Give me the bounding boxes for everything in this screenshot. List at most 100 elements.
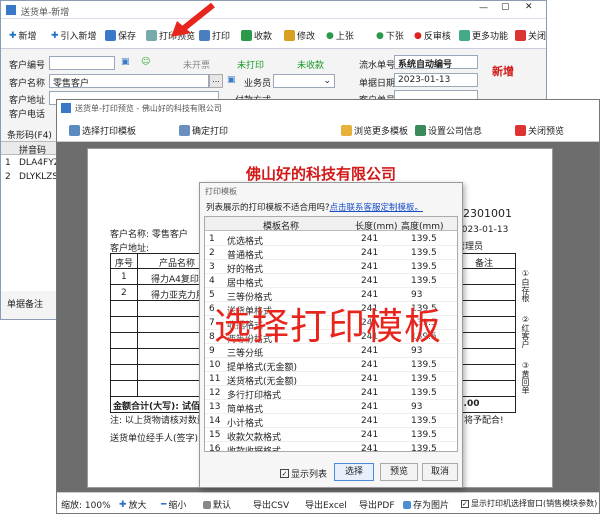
col-template-name[interactable]: 模板名称 xyxy=(263,219,299,232)
printer-icon xyxy=(179,125,190,136)
minimize-icon[interactable]: — xyxy=(479,3,488,13)
save-button[interactable]: 保存 xyxy=(105,29,136,42)
ellipsis-button[interactable]: ... xyxy=(209,74,223,88)
main-toolbar: ✚ 新增 ✚ 引入新增 保存 打印预览 打印 收款 修改 ● 上张 ● 下张 ● 反审核 … xyxy=(1,19,546,49)
template-cell: 16 xyxy=(209,444,221,452)
template-cell: 241 xyxy=(361,444,379,452)
template-row[interactable]: 1 优选格式 241 139.5 xyxy=(205,232,457,247)
date-label: 单据日期 xyxy=(359,79,396,89)
template-cell: 139.5 xyxy=(411,416,437,426)
edit-button[interactable]: 修改 xyxy=(284,29,315,42)
salesman-select[interactable]: ⌄ xyxy=(273,74,335,88)
company-name: 佛山好的科技有限公司 xyxy=(245,165,396,183)
col-length[interactable]: 长度(mm) xyxy=(355,219,398,232)
customer-code-input[interactable] xyxy=(49,56,115,70)
search-icon[interactable]: ▣ xyxy=(227,75,236,85)
template-cell: 139.5 xyxy=(411,234,437,244)
copy-label: ①白存根 xyxy=(521,269,530,302)
template-cell: 2 xyxy=(209,248,215,258)
template-cell: 139.5 xyxy=(411,248,437,258)
col-header-name: 产品名称 xyxy=(159,259,196,269)
custom-template-link[interactable]: 点击联系客服定制模板。 xyxy=(330,203,424,213)
preview-button[interactable]: 预览 xyxy=(380,463,418,481)
template-row[interactable]: 15 收款欠款格式 241 139.5 xyxy=(205,428,457,443)
dialog-hint: 列表展示的打印模板不适合用吗?点击联系客服定制模板。 xyxy=(206,201,423,213)
maximize-icon[interactable]: ▢ xyxy=(501,2,510,12)
import-new-button[interactable]: ✚ 引入新增 xyxy=(51,29,97,43)
template-row[interactable]: 14 小计格式 241 139.5 xyxy=(205,414,457,429)
hint-text: 列表展示的打印模板不适合用吗? xyxy=(206,203,330,213)
remark-label: 单据备注 xyxy=(7,300,44,310)
show-list-checkbox[interactable]: ✓ 显示列表 xyxy=(280,467,327,480)
confirm-print-button[interactable]: 确定打印 xyxy=(179,124,228,137)
col-height[interactable]: 高度(mm) xyxy=(401,219,444,232)
save-image-button[interactable]: 存为图片 xyxy=(403,498,449,511)
barcode-label: 条形码(F4) xyxy=(7,131,52,141)
search-icon[interactable]: ▣ xyxy=(121,57,130,67)
customer-name-input[interactable]: 零售客户 xyxy=(49,74,209,88)
browse-templates-button[interactable]: 浏览更多模板 xyxy=(341,124,408,137)
preview-bottom-bar: 缩放: 100% ✚ 放大 ━ 缩小 默认 导出CSV 导出Excel 导出PDF … xyxy=(57,492,599,513)
copy-label: ②红客户 xyxy=(521,315,530,348)
template-cell: 139.5 xyxy=(411,262,437,272)
template-row[interactable]: 11 送货格式(无金额) 241 139.5 xyxy=(205,372,457,387)
receipt-button[interactable]: 收款 xyxy=(241,29,272,42)
template-cell: 14 xyxy=(209,416,221,426)
template-cell: 241 xyxy=(361,360,379,370)
template-row[interactable]: 13 简单格式 241 93 xyxy=(205,400,457,415)
serial-input: 系统自动编号 xyxy=(394,55,478,69)
zoom-out-button[interactable]: ━ 缩小 xyxy=(161,498,186,512)
save-icon xyxy=(105,30,116,41)
template-row[interactable]: 3 好的格式 241 139.5 xyxy=(205,260,457,275)
next-button[interactable]: ● 下张 xyxy=(376,29,404,43)
export-pdf-button[interactable]: 导出PDF xyxy=(359,498,395,511)
company-settings-button[interactable]: 设置公司信息 xyxy=(415,124,482,137)
item-grid: 拼音码 1 DLA4FYZH 2 DLYKLZSJ xyxy=(1,141,67,291)
date-input[interactable]: 2023-01-13 xyxy=(394,73,478,87)
new-button[interactable]: ✚ 新增 xyxy=(9,29,37,43)
export-csv-button[interactable]: 导出CSV xyxy=(253,498,289,511)
select-button[interactable]: 选择 xyxy=(334,463,374,481)
template-cell: 3 xyxy=(209,262,215,272)
dialog-title: 打印模板 xyxy=(205,187,237,196)
unaudit-button[interactable]: ● 反审核 xyxy=(414,29,451,43)
chevron-down-icon: ⌄ xyxy=(323,76,331,86)
more-functions-button[interactable]: 更多功能 xyxy=(459,29,508,42)
col-header-remark: 备注 xyxy=(475,259,494,269)
col-header-no: 序号 xyxy=(115,259,134,269)
export-excel-button[interactable]: 导出Excel xyxy=(305,498,347,511)
main-title: 送货单-新增 xyxy=(21,8,70,18)
signature-line: 送货单位经手人(签字) xyxy=(110,434,199,444)
print-preview-icon xyxy=(146,30,157,41)
smile-icon: ☺ xyxy=(141,57,151,67)
cancel-button[interactable]: 取消 xyxy=(422,463,458,481)
template-row[interactable]: 4 居中格式 241 139.5 xyxy=(205,274,457,289)
choose-template-button[interactable]: 选择打印模板 xyxy=(69,124,136,137)
row-no: 1 xyxy=(121,272,127,282)
previous-button[interactable]: ● 上张 xyxy=(326,29,354,43)
template-cell: 241 xyxy=(361,416,379,426)
address-label: 客户地址 xyxy=(9,96,46,106)
customer-name-label: 客户名称 xyxy=(9,79,46,89)
salesman-label: 业务员 xyxy=(244,79,272,89)
template-cell: 241 xyxy=(361,402,379,412)
close-button[interactable]: 关闭 xyxy=(515,29,546,42)
template-cell: 139.5 xyxy=(411,276,437,286)
list-header: 模板名称 长度(mm) 高度(mm) xyxy=(205,217,457,232)
template-row[interactable]: 2 普通格式 241 139.5 xyxy=(205,246,457,261)
template-cell: 93 xyxy=(411,402,423,412)
default-zoom-button[interactable]: 默认 xyxy=(203,498,231,511)
note-end: 将予配合! xyxy=(464,416,504,426)
zoom-in-button[interactable]: ✚ 放大 xyxy=(119,498,147,512)
template-cell: 241 xyxy=(361,262,379,272)
template-cell: 收款收据格式 xyxy=(227,447,282,452)
close-icon[interactable]: ✕ xyxy=(525,2,533,12)
image-icon xyxy=(403,500,411,509)
template-row[interactable]: 10 提单格式(无金额) 241 139.5 xyxy=(205,358,457,373)
grid-header: 拼音码 xyxy=(1,142,61,156)
show-printer-checkbox[interactable]: ✓ 显示打印机选择窗口(销售模块参数) xyxy=(461,498,597,509)
template-row[interactable]: 16 收款收据格式 241 139.5 xyxy=(205,442,457,452)
close-preview-button[interactable]: 关闭预览 xyxy=(515,124,564,137)
serial-label: 流水单号 xyxy=(359,61,396,71)
template-row[interactable]: 12 多行打印格式 241 139.5 xyxy=(205,386,457,401)
